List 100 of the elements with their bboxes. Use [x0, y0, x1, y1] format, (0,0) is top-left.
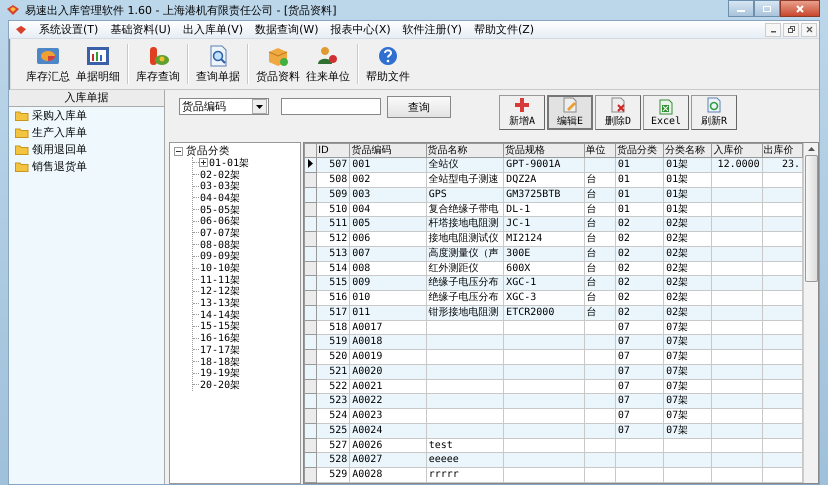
tree-item[interactable]: 13-13架	[200, 296, 240, 310]
row-selector[interactable]	[304, 158, 317, 173]
table-cell: GM3725BTB	[506, 188, 560, 200]
table-cell: 绝缘子电压分布	[428, 277, 499, 288]
tree-item[interactable]: 06-06架	[200, 214, 240, 228]
toolbar-button[interactable]: 往来单位	[303, 44, 353, 84]
table-cell: 01架	[666, 188, 688, 200]
table-cell: 全站型电子测速	[428, 174, 499, 186]
menu-item[interactable]: 数据查询(W)	[255, 22, 319, 37]
close-icon	[795, 4, 805, 12]
minimize-button[interactable]	[728, 0, 754, 17]
tree-item[interactable]: 15-15架	[200, 319, 240, 334]
list-item[interactable]: 领用退回单	[9, 141, 164, 158]
table-cell: 台	[586, 292, 597, 304]
minimize-button[interactable]	[765, 22, 781, 36]
tree-item[interactable]: 14-14架	[200, 308, 240, 322]
menu-item[interactable]: 基础资料(U)	[110, 22, 171, 37]
tree-item[interactable]: 03-03架	[200, 179, 240, 194]
table-cell: 517	[329, 306, 348, 318]
menu-item[interactable]: 系统设置(T)	[39, 22, 98, 37]
table-cell: XGC-1	[506, 277, 536, 288]
menu-item[interactable]: 帮助文件(Z)	[474, 22, 534, 37]
tree-item[interactable]: 货品分类	[174, 145, 300, 157]
table-cell: 台	[586, 204, 597, 215]
column-header[interactable]: 出库价	[762, 144, 803, 158]
maximize-button[interactable]	[754, 0, 780, 17]
toolbar-button[interactable]: 新增A	[499, 95, 545, 130]
table-cell: 台	[586, 188, 597, 200]
column-header[interactable]: 货品编码	[350, 144, 426, 158]
toolbar-button[interactable]: 帮助文件	[363, 44, 413, 84]
tree-item[interactable]: 10-10架	[200, 261, 240, 276]
toolbar-button[interactable]: 查询单据	[193, 44, 243, 84]
tree-item[interactable]: 08-08架	[200, 238, 240, 252]
app-icon	[6, 4, 20, 16]
tree-item[interactable]: 18-18架	[200, 354, 240, 369]
table-cell: 07架	[666, 366, 688, 377]
restore-icon	[788, 26, 794, 33]
column-header[interactable]: 单位	[584, 144, 616, 158]
table-cell: 514	[329, 262, 348, 274]
table-cell: 008	[352, 262, 370, 274]
close-button[interactable]	[780, 0, 820, 17]
column-header[interactable]: 货品名称	[426, 144, 504, 158]
table-cell: 07架	[666, 380, 688, 392]
scroll-thumb[interactable]	[804, 155, 818, 282]
toolbar-button[interactable]: 刷新R	[691, 95, 737, 130]
tree-item[interactable]: 04-04架	[200, 190, 240, 205]
table-cell: A0018	[352, 336, 382, 348]
table-cell: 07架	[666, 336, 688, 348]
tree-item[interactable]: 02-02架	[200, 168, 240, 182]
table-cell: A0023	[352, 410, 382, 422]
field-select[interactable]: 货品编码	[179, 98, 269, 115]
tree-item[interactable]: 12-12架	[200, 284, 240, 298]
tree-item[interactable]: 05-05架	[200, 202, 240, 217]
column-header[interactable]: 货品分类	[615, 144, 664, 158]
toolbar-button[interactable]: 货品资料	[253, 44, 303, 84]
table-cell: 02	[618, 262, 630, 274]
tree-item[interactable]: 16-16架	[200, 331, 240, 346]
table-cell: 台	[586, 306, 597, 318]
list-item[interactable]: 采购入库单	[9, 107, 164, 124]
table-cell: 528	[329, 454, 348, 466]
bar-chart-icon	[86, 44, 110, 66]
table-cell: test	[428, 440, 453, 451]
table-cell: A0026	[352, 440, 382, 451]
table-cell: 02架	[666, 248, 688, 259]
list-item[interactable]: 销售退货单	[9, 158, 164, 175]
tree-item[interactable]: 07-07架	[200, 226, 240, 240]
toolbar-button[interactable]: 单据明细	[73, 44, 123, 84]
table-cell: A0022	[352, 395, 382, 406]
table-cell: 绝缘子电压分布	[428, 292, 499, 304]
tree-item[interactable]: 19-19架	[200, 366, 240, 380]
menu-item[interactable]: 报表中心(X)	[330, 22, 391, 37]
column-header[interactable]: 分类名称	[664, 144, 712, 158]
tree-item[interactable]: 20-20架	[200, 378, 240, 392]
table-cell: 02架	[666, 306, 688, 318]
restore-button[interactable]	[783, 22, 799, 36]
scrollbar[interactable]	[803, 143, 818, 483]
tree-item[interactable]: 11-11架	[200, 272, 240, 287]
toolbar-button[interactable]: Excel	[643, 95, 689, 130]
tree-item[interactable]: 09-09架	[200, 249, 240, 264]
table-cell: A0020	[352, 366, 382, 377]
search-button[interactable]: 查询	[387, 96, 451, 118]
table-cell: 521	[329, 366, 348, 377]
list-item[interactable]: 生产入库单	[9, 124, 164, 141]
tree-item[interactable]: 01-01架	[209, 156, 250, 170]
menu-item[interactable]: 软件注册(Y)	[402, 22, 462, 37]
column-header[interactable]: 入库价	[712, 144, 762, 158]
table-cell: XGC-3	[506, 292, 536, 304]
toolbar-button[interactable]: 库存汇总	[23, 44, 73, 84]
table-cell: 522	[329, 380, 348, 392]
table-cell: 杆塔接地电阻测	[428, 218, 499, 230]
column-header[interactable]: ID	[316, 144, 350, 158]
search-field[interactable]	[281, 98, 381, 115]
toolbar-button[interactable]: 库存查询	[133, 44, 183, 84]
window-title: 易速出入库管理软件 1.60 - 上海港机有限责任公司 - [货品资料]	[25, 2, 336, 18]
toolbar-button[interactable]: 编辑E	[547, 95, 593, 130]
tree-item[interactable]: 17-17架	[200, 342, 240, 357]
column-header[interactable]: 货品规格	[504, 144, 584, 158]
menu-item[interactable]: 出入库单(V)	[182, 22, 244, 37]
toolbar-button[interactable]: 删除D	[595, 95, 641, 130]
current-row-icon	[308, 158, 313, 168]
